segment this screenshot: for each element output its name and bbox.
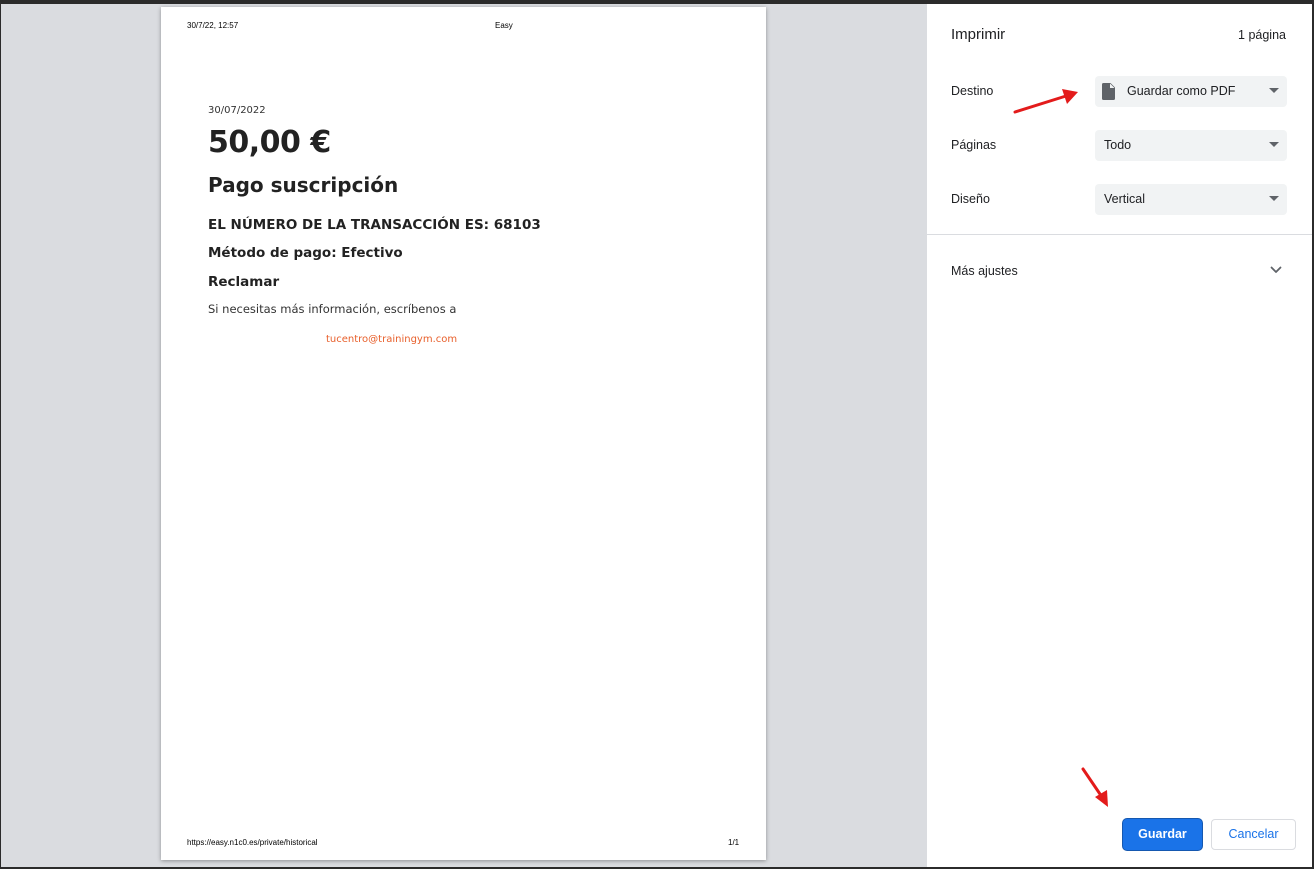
- receipt-claim-title: Reclamar: [208, 274, 280, 290]
- receipt-payment-method: Método de pago: Efectivo: [208, 245, 403, 261]
- preview-page: 30/7/22, 12:57 Easy 30/07/2022 50,00 € P…: [161, 7, 766, 860]
- chevron-down-icon: [1270, 266, 1282, 273]
- page-footer-number: 1/1: [728, 838, 740, 847]
- print-dialog: 30/7/22, 12:57 Easy 30/07/2022 50,00 € P…: [1, 4, 1312, 867]
- destination-label: Destino: [951, 84, 994, 98]
- file-icon: [1102, 83, 1115, 100]
- receipt-concept: Pago suscripción: [208, 173, 399, 197]
- page-header-datetime: 30/7/22, 12:57: [187, 21, 239, 30]
- receipt-transaction: EL NÚMERO DE LA TRANSACCIÓN ES: 68103: [208, 217, 541, 233]
- pages-label: Páginas: [951, 138, 997, 152]
- receipt-date: 30/07/2022: [208, 105, 266, 116]
- receipt-email: tucentro@trainingym.com: [326, 334, 458, 345]
- destination-select[interactable]: Guardar como PDF: [1095, 76, 1287, 107]
- receipt-amount: 50,00 €: [208, 125, 331, 160]
- print-settings-panel: Imprimir 1 página Destino Guardar como P…: [927, 4, 1312, 867]
- pages-select[interactable]: Todo: [1095, 130, 1287, 161]
- layout-select[interactable]: Vertical: [1095, 184, 1287, 215]
- more-settings-toggle[interactable]: Más ajustes: [927, 254, 1312, 290]
- layout-label: Diseño: [951, 192, 990, 206]
- dialog-title: Imprimir: [951, 26, 1006, 43]
- save-button[interactable]: Guardar: [1123, 819, 1202, 850]
- caret-down-icon: [1269, 88, 1279, 93]
- pages-value: Todo: [1104, 138, 1132, 152]
- page-header-title: Easy: [495, 21, 513, 30]
- divider: [927, 234, 1312, 235]
- page-footer-url: https://easy.n1c0.es/private/historical: [187, 838, 318, 847]
- destination-value: Guardar como PDF: [1127, 84, 1236, 98]
- caret-down-icon: [1269, 142, 1279, 147]
- print-preview[interactable]: 30/7/22, 12:57 Easy 30/07/2022 50,00 € P…: [1, 4, 927, 867]
- receipt-claim-text: Si necesitas más información, escríbenos…: [208, 302, 457, 316]
- page-count: 1 página: [1238, 28, 1286, 42]
- more-settings-label: Más ajustes: [951, 264, 1018, 278]
- layout-value: Vertical: [1104, 192, 1145, 206]
- caret-down-icon: [1269, 196, 1279, 201]
- cancel-button[interactable]: Cancelar: [1211, 819, 1296, 850]
